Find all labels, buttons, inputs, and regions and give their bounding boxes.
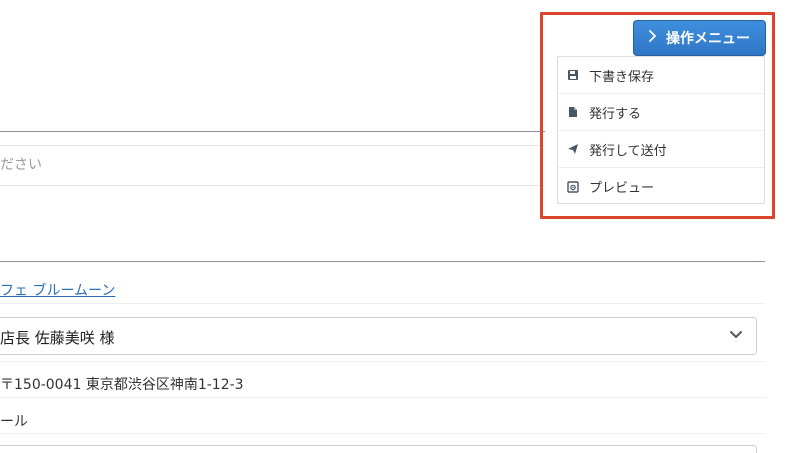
notes-placeholder[interactable]: ださい [0,154,42,174]
field-border-top [0,145,545,146]
save-icon [567,69,579,81]
preview-icon [567,180,579,193]
operation-menu-label: 操作メニュー [666,31,750,47]
operation-dropdown-menu: 下書き保存 発行する 発行して送付 プレビュー [557,56,765,204]
row-divider [0,397,765,398]
row-divider [0,361,765,362]
send-icon [567,143,579,155]
next-input-field[interactable] [0,445,757,453]
menu-item-save-draft[interactable]: 下書き保存 [558,57,764,94]
recipient-select[interactable]: 店長 佐藤美咲 様 [0,317,757,355]
customer-name-link[interactable]: フェ ブルームーン [0,280,115,300]
section-divider-customer [0,261,765,262]
section-divider-top [0,131,545,132]
customer-contact: ール [0,414,28,430]
chevron-down-icon [728,326,744,342]
operation-menu-button[interactable]: 操作メニュー [633,20,766,56]
menu-item-label: 下書き保存 [589,69,655,85]
customer-address: 〒150-0041 東京都渋谷区神南1-12-3 [0,377,244,393]
menu-item-label: プレビュー [589,181,655,196]
field-border-bottom [0,185,545,186]
chevron-right-icon [648,30,656,46]
row-divider [0,303,765,304]
row-divider [0,433,765,434]
menu-item-issue[interactable]: 発行する [558,94,764,131]
menu-item-preview[interactable]: プレビュー [558,168,764,205]
menu-item-label: 発行する [589,106,642,122]
document-icon [567,106,579,118]
recipient-select-value: 店長 佐藤美咲 様 [0,329,115,347]
menu-item-issue-and-send[interactable]: 発行して送付 [558,131,764,168]
menu-item-label: 発行して送付 [589,143,667,159]
